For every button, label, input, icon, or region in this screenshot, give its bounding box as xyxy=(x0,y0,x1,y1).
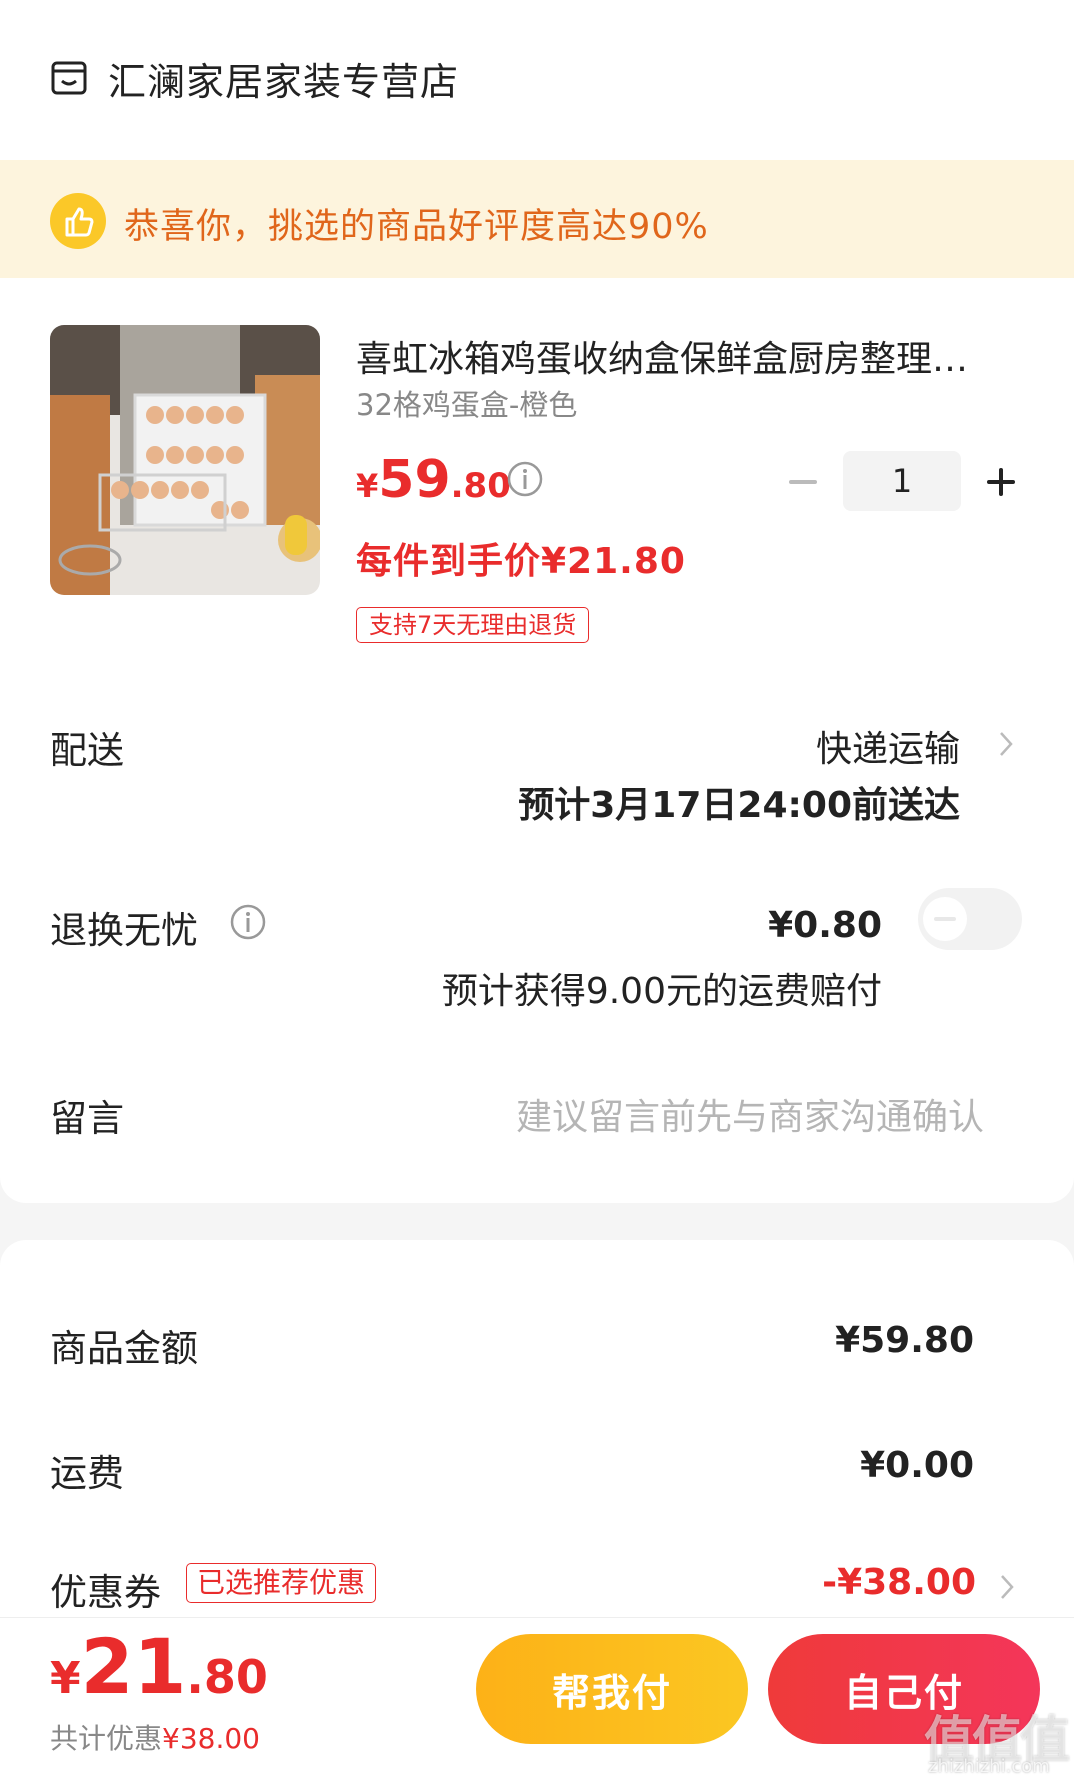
worry-free-note: 预计获得9.00元的运费赔付 xyxy=(441,971,882,1012)
shipping-value: ¥0.00 xyxy=(860,1445,974,1486)
price-currency: ¥ xyxy=(356,467,379,505)
total-decimal: .80 xyxy=(186,1650,268,1704)
shipping-label: 运费 xyxy=(50,1452,124,1495)
delivery-label: 配送 xyxy=(50,729,124,772)
info-icon[interactable] xyxy=(506,460,544,498)
worry-free-label: 退换无忧 xyxy=(50,909,198,952)
amount-label: 商品金额 xyxy=(50,1327,198,1370)
product-title[interactable]: 喜虹冰箱鸡蛋收纳盒保鲜盒厨房整理… xyxy=(356,330,1024,382)
price-decimal: .80 xyxy=(450,466,511,506)
quantity-plus-button[interactable] xyxy=(984,465,1018,499)
shop-icon xyxy=(51,61,87,95)
per-item-price: 每件到手价¥21.80 xyxy=(356,541,686,582)
help-pay-button[interactable]: 帮我付 xyxy=(476,1634,748,1744)
coupon-tag: 已选推荐优惠 xyxy=(186,1563,377,1603)
message-input[interactable]: 建议留言前先与商家沟通确认 xyxy=(516,1088,984,1140)
chevron-right-icon[interactable] xyxy=(998,1570,1016,1604)
savings-prefix: 共计优惠 xyxy=(50,1722,163,1755)
total-savings: 共计优惠¥38.00 xyxy=(50,1717,260,1757)
delivery-method[interactable]: 快递运输 xyxy=(816,720,960,772)
info-icon[interactable] xyxy=(229,903,267,941)
price-integer: 59 xyxy=(378,450,451,510)
coupon-value[interactable]: -¥38.00 xyxy=(822,1562,976,1603)
message-label: 留言 xyxy=(50,1097,124,1140)
total-integer: 21 xyxy=(80,1622,187,1711)
product-price: ¥ 59 .80 xyxy=(356,450,511,510)
watermark-url: zhizhizhi.com xyxy=(928,1756,1050,1777)
product-spec[interactable]: 32格鸡蛋盒-橙色 xyxy=(356,382,577,424)
shop-header[interactable]: 汇澜家居家装专营店 xyxy=(50,50,459,106)
quantity-minus-button[interactable] xyxy=(786,465,820,499)
delivery-eta: 预计3月17日24:00前送达 xyxy=(518,785,960,826)
banner-text: 恭喜你，挑选的商品好评度高达90% xyxy=(124,207,709,247)
chevron-right-icon[interactable] xyxy=(997,727,1015,761)
thumbs-up-icon xyxy=(50,193,106,249)
shop-name: 汇澜家居家装专营店 xyxy=(108,59,460,104)
return-policy-tag: 支持7天无理由退货 xyxy=(356,607,590,643)
total-price: ¥ 21 .80 xyxy=(50,1622,268,1711)
total-currency: ¥ xyxy=(50,1653,81,1704)
quantity-input[interactable]: 1 xyxy=(843,451,961,511)
toggle-off-icon xyxy=(934,917,956,921)
product-image[interactable] xyxy=(50,325,320,595)
savings-value: ¥38.00 xyxy=(162,1722,260,1755)
coupon-label: 优惠券 xyxy=(50,1571,161,1614)
amount-value: ¥59.80 xyxy=(835,1320,974,1361)
worry-free-price: ¥0.80 xyxy=(768,905,882,946)
